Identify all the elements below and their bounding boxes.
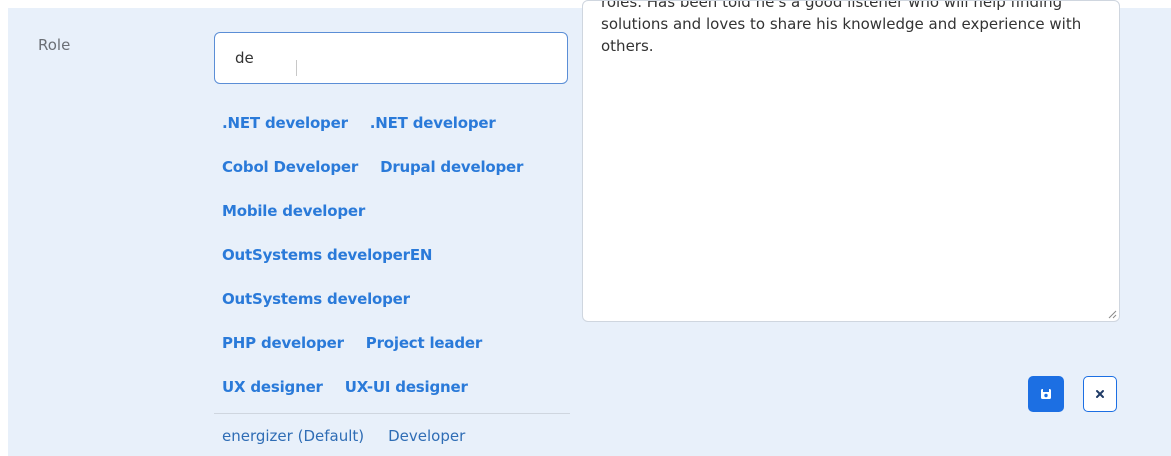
cancel-button[interactable] [1083, 376, 1117, 412]
suggestion-item[interactable]: .NET developer [222, 114, 348, 138]
suggestion-row: PHP developer Project leader [222, 334, 482, 358]
bio-text: roles. Has been told he's a good listene… [601, 0, 1082, 55]
suggestion-row: OutSystems developerEN [222, 246, 432, 270]
suggestion-item[interactable]: OutSystems developer [222, 290, 410, 314]
suggestion-item[interactable]: OutSystems developerEN [222, 246, 432, 270]
text-cursor [296, 60, 297, 76]
suggestion-item[interactable]: Cobol Developer [222, 158, 358, 182]
suggestion-item[interactable]: .NET developer [370, 114, 496, 138]
suggestion-item[interactable]: Project leader [366, 334, 482, 358]
role-suggestions: .NET developer .NET developer Cobol Deve… [214, 96, 570, 456]
suggestion-item[interactable]: Mobile developer [222, 202, 365, 226]
floppy-disk-icon [1041, 389, 1051, 399]
suggestion-item[interactable]: Drupal developer [380, 158, 523, 182]
save-button[interactable] [1028, 376, 1064, 412]
suggestion-row: .NET developer .NET developer [222, 114, 496, 138]
suggestion-row: Mobile developer [222, 202, 365, 226]
suggestion-item[interactable]: UX-UI designer [345, 378, 468, 402]
suggestion-row: UX designer UX-UI designer [222, 378, 468, 402]
edit-panel: Role .NET developer .NET developer Cobol… [8, 0, 1171, 456]
suggestion-item[interactable]: PHP developer [222, 334, 344, 358]
suggestions-divider [214, 413, 570, 414]
role-label: Role [38, 36, 71, 54]
resize-grip-icon[interactable] [1107, 309, 1117, 319]
suggestion-item[interactable]: UX designer [222, 378, 323, 402]
close-icon [1096, 390, 1104, 398]
role-input[interactable] [214, 32, 568, 84]
suggestion-row: OutSystems developer [222, 290, 410, 314]
suggestions-footer: energizer (Default) Developer [222, 427, 465, 445]
suggestion-row: Cobol Developer Drupal developer [222, 158, 523, 182]
footer-item-developer[interactable]: Developer [388, 427, 465, 445]
footer-item-default[interactable]: energizer (Default) [222, 427, 364, 445]
bio-textarea[interactable]: roles. Has been told he's a good listene… [582, 0, 1120, 322]
